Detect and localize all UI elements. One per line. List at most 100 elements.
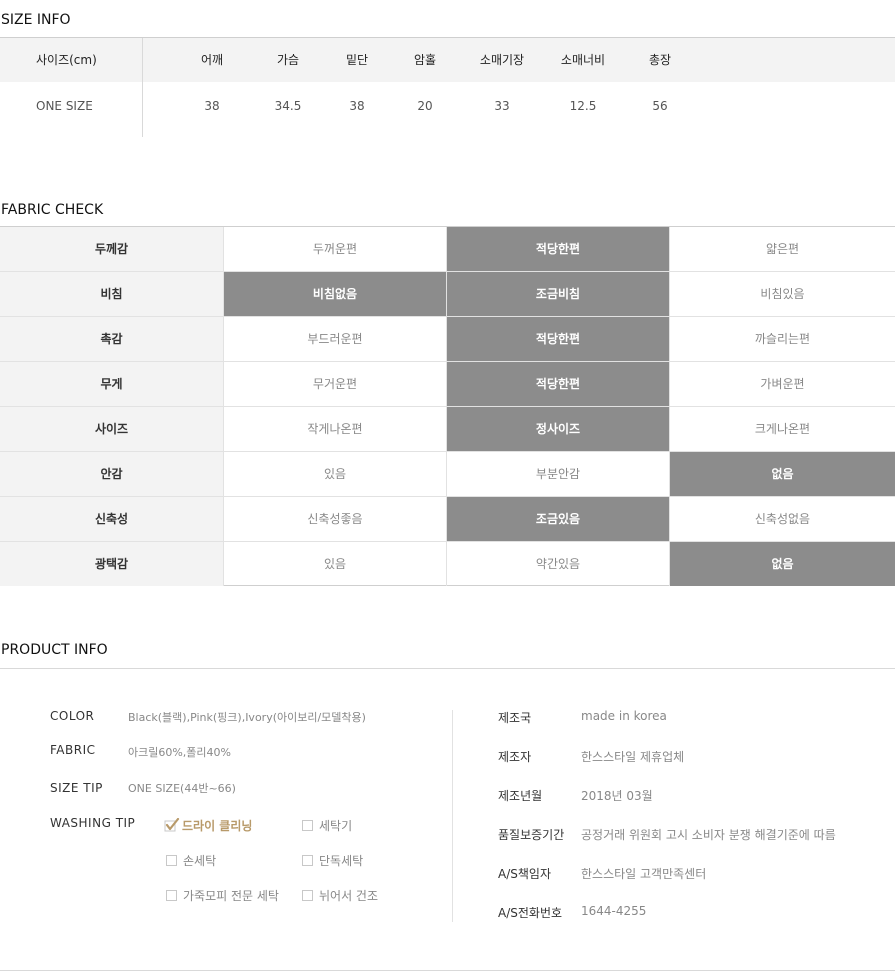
wash-option-hand-wash[interactable]: 손세탁 [166, 853, 216, 869]
fabric-option-selected: 비침없음 [224, 272, 447, 316]
checkbox-icon [302, 855, 313, 866]
fabric-row: 사이즈 작게나온편 정사이즈 크게나온편 [0, 407, 895, 452]
size-col-armhole: 암홀 [413, 53, 437, 67]
fabric-row: 비침 비침없음 조금비침 비침있음 [0, 272, 895, 317]
checkbox-icon [166, 890, 177, 901]
wash-option-dry-cleaning[interactable]: 드라이 클리닝 [164, 818, 252, 834]
size-col-total-length: 총장 [648, 53, 672, 67]
fabric-option-selected: 조금있음 [447, 497, 670, 541]
size-col-hem: 밑단 [345, 53, 369, 67]
size-tip-value: ONE SIZE(44반~66) [128, 782, 236, 795]
checkbox-icon [302, 890, 313, 901]
manufacturer-label: 제조자 [498, 750, 532, 764]
fabric-option: 있음 [224, 452, 447, 496]
as-manager-value: 한스스타일 고객만족센터 [581, 867, 707, 881]
size-value: 33 [494, 99, 510, 113]
fabric-option-selected: 적당한편 [447, 227, 670, 271]
fabric-option: 가벼운편 [760, 377, 805, 391]
size-value: 38 [204, 99, 220, 113]
fabric-option: 신축성좋음 [224, 497, 447, 541]
size-tip-label: SIZE TIP [50, 781, 103, 795]
fabric-option-selected: 없음 [670, 542, 895, 586]
manufacture-country-value: made in korea [581, 709, 667, 723]
fabric-row: 안감 있음 부분안감 없음 [0, 452, 895, 497]
manufacture-country-label: 제조국 [498, 711, 532, 725]
size-row-label: ONE SIZE [36, 99, 93, 113]
manufacture-date-value: 2018년 03월 [581, 789, 653, 803]
manufacturer-value: 한스스타일 제휴업체 [581, 750, 685, 764]
fabric-option: 부드러운편 [224, 317, 447, 361]
fabric-option: 약간있음 [447, 542, 670, 586]
product-info-title: PRODUCT INFO [1, 642, 108, 658]
size-table-header: 사이즈(cm) 어깨 가슴 밑단 암홀 소매기장 소매너비 총장 [0, 38, 895, 82]
wash-option-separate-wash[interactable]: 단독세탁 [302, 853, 363, 869]
fabric-option: 크게나온편 [754, 422, 811, 436]
fabric-row: 촉감 부드러운편 적당한편 까슬리는편 [0, 317, 895, 362]
size-value: 20 [417, 99, 433, 113]
wash-option-label: 뉘어서 건조 [319, 889, 379, 903]
as-manager-label: A/S책임자 [498, 867, 551, 881]
fabric-row: 신축성 신축성좋음 조금있음 신축성없음 [0, 497, 895, 542]
fabric-value: 아크릴60%,폴리40% [128, 746, 231, 759]
checkbox-icon [166, 855, 177, 866]
fabric-option: 신축성없음 [754, 512, 811, 526]
color-label: COLOR [50, 709, 95, 723]
fabric-row-label: 신축성 [0, 497, 224, 541]
wash-option-label: 가죽모피 전문 세탁 [183, 889, 279, 903]
fabric-row-label: 촉감 [0, 317, 224, 361]
fabric-row-label: 비침 [0, 272, 224, 316]
wash-option-flat-dry[interactable]: 뉘어서 건조 [302, 888, 378, 904]
fabric-row: 두께감 두꺼운편 적당한편 얇은편 [0, 227, 895, 272]
product-info-column-divider [452, 710, 453, 922]
size-table: 사이즈(cm) 어깨 가슴 밑단 암홀 소매기장 소매너비 총장 ONE SIZ… [0, 37, 895, 137]
wash-option-leather-fur[interactable]: 가죽모피 전문 세탁 [166, 888, 279, 904]
as-phone-value: 1644-4255 [581, 904, 647, 918]
fabric-row-label: 안감 [0, 452, 224, 496]
warranty-value: 공정거래 위원회 고시 소비자 분쟁 해결기준에 따름 [581, 828, 836, 842]
size-info-title: SIZE INFO [1, 12, 71, 28]
fabric-option-selected: 없음 [670, 452, 895, 496]
fabric-check-table: 두께감 두꺼운편 적당한편 얇은편 비침 비침없음 조금비침 비침있음 촉감 부드러운편 적당한편 까… [0, 226, 895, 586]
fabric-row-label: 두께감 [0, 227, 224, 271]
manufacture-date-label: 제조년월 [498, 789, 543, 803]
color-value: Black(블랙),Pink(핑크),Ivory(아이보리/모델착용) [128, 711, 366, 724]
fabric-option-selected: 적당한편 [447, 317, 670, 361]
checkmark-icon [164, 818, 180, 832]
fabric-row-label: 무게 [0, 362, 224, 406]
size-value: 12.5 [569, 99, 597, 113]
checkbox-icon [302, 820, 313, 831]
product-info-top-divider [0, 668, 895, 669]
fabric-option-selected: 조금비침 [447, 272, 670, 316]
fabric-option: 무거운편 [224, 362, 447, 406]
size-col-sleeve-length: 소매기장 [479, 53, 525, 67]
fabric-option: 부분안감 [447, 452, 670, 496]
fabric-option-selected: 적당한편 [447, 362, 670, 406]
fabric-row-label: 광택감 [0, 542, 224, 586]
wash-option-washing-machine[interactable]: 세탁기 [302, 818, 352, 834]
wash-option-label: 단독세탁 [319, 854, 364, 868]
product-info-bottom-divider [0, 970, 895, 971]
fabric-option: 얇은편 [765, 242, 800, 256]
size-table-divider [142, 38, 143, 137]
size-table-row: ONE SIZE 38 34.5 38 20 33 12.5 56 [0, 82, 895, 137]
wash-option-label: 세탁기 [319, 819, 353, 833]
size-col-chest: 가슴 [276, 53, 300, 67]
fabric-check-title: FABRIC CHECK [1, 202, 104, 218]
size-label-header: 사이즈(cm) [36, 53, 97, 67]
fabric-row: 무게 무거운편 적당한편 가벼운편 [0, 362, 895, 407]
fabric-row: 광택감 있음 약간있음 없음 [0, 542, 895, 587]
fabric-label: FABRIC [50, 743, 96, 757]
size-value: 38 [349, 99, 365, 113]
size-col-sleeve-width: 소매너비 [560, 53, 606, 67]
fabric-option: 두꺼운편 [224, 227, 447, 271]
wash-option-label: 드라이 클리닝 [182, 819, 253, 833]
fabric-option: 있음 [224, 542, 447, 586]
washing-tip-label: WASHING TIP [50, 816, 136, 830]
size-col-shoulder: 어깨 [200, 53, 224, 67]
wash-option-label: 손세탁 [183, 854, 217, 868]
fabric-option: 까슬리는편 [754, 332, 811, 346]
fabric-option-selected: 정사이즈 [447, 407, 670, 451]
size-value: 56 [652, 99, 668, 113]
fabric-row-label: 사이즈 [0, 407, 224, 451]
fabric-option: 비침있음 [760, 287, 805, 301]
